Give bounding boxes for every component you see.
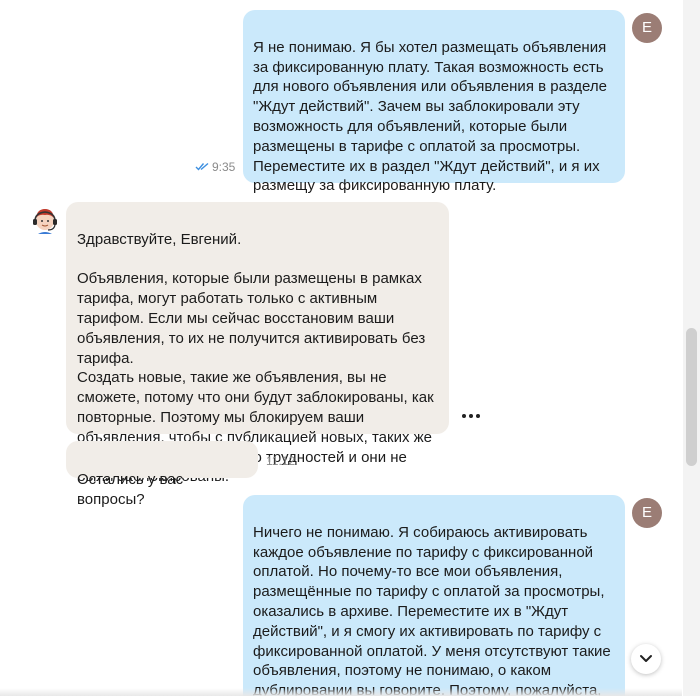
message-time: 9:35 [212,160,236,174]
chevron-down-icon [640,655,652,662]
outgoing-message-bubble: Ничего не понимаю. Я собираюсь активиров… [243,495,625,696]
support-agent-icon [33,209,57,234]
chat-thread: Я не понимаю. Я бы хотел размещать объяв… [0,0,682,696]
message-text: Ничего не понимаю. Я собираюсь активиров… [253,523,611,696]
scroll-to-bottom-button[interactable] [631,644,661,674]
scrollbar[interactable] [683,0,700,696]
message-text: Я не понимаю. Я бы хотел размещать объяв… [253,38,607,195]
message-time: 11:12 [266,454,296,468]
scrollbar-thumb[interactable] [686,328,697,466]
user-avatar[interactable]: E [632,498,662,528]
incoming-message-bubble: Здравствуйте, Евгений. Объявления, котор… [66,202,449,485]
message-text: Остались у вас вопросы? [77,470,184,508]
outgoing-message-bubble: Я не понимаю. Я бы хотел размещать объяв… [243,10,625,194]
bottom-edge [0,688,682,696]
user-avatar[interactable]: E [632,13,662,43]
more-horizontal-icon[interactable] [462,414,483,418]
incoming-message-bubble: Остались у вас вопросы? [66,441,258,508]
double-check-icon [195,162,209,171]
